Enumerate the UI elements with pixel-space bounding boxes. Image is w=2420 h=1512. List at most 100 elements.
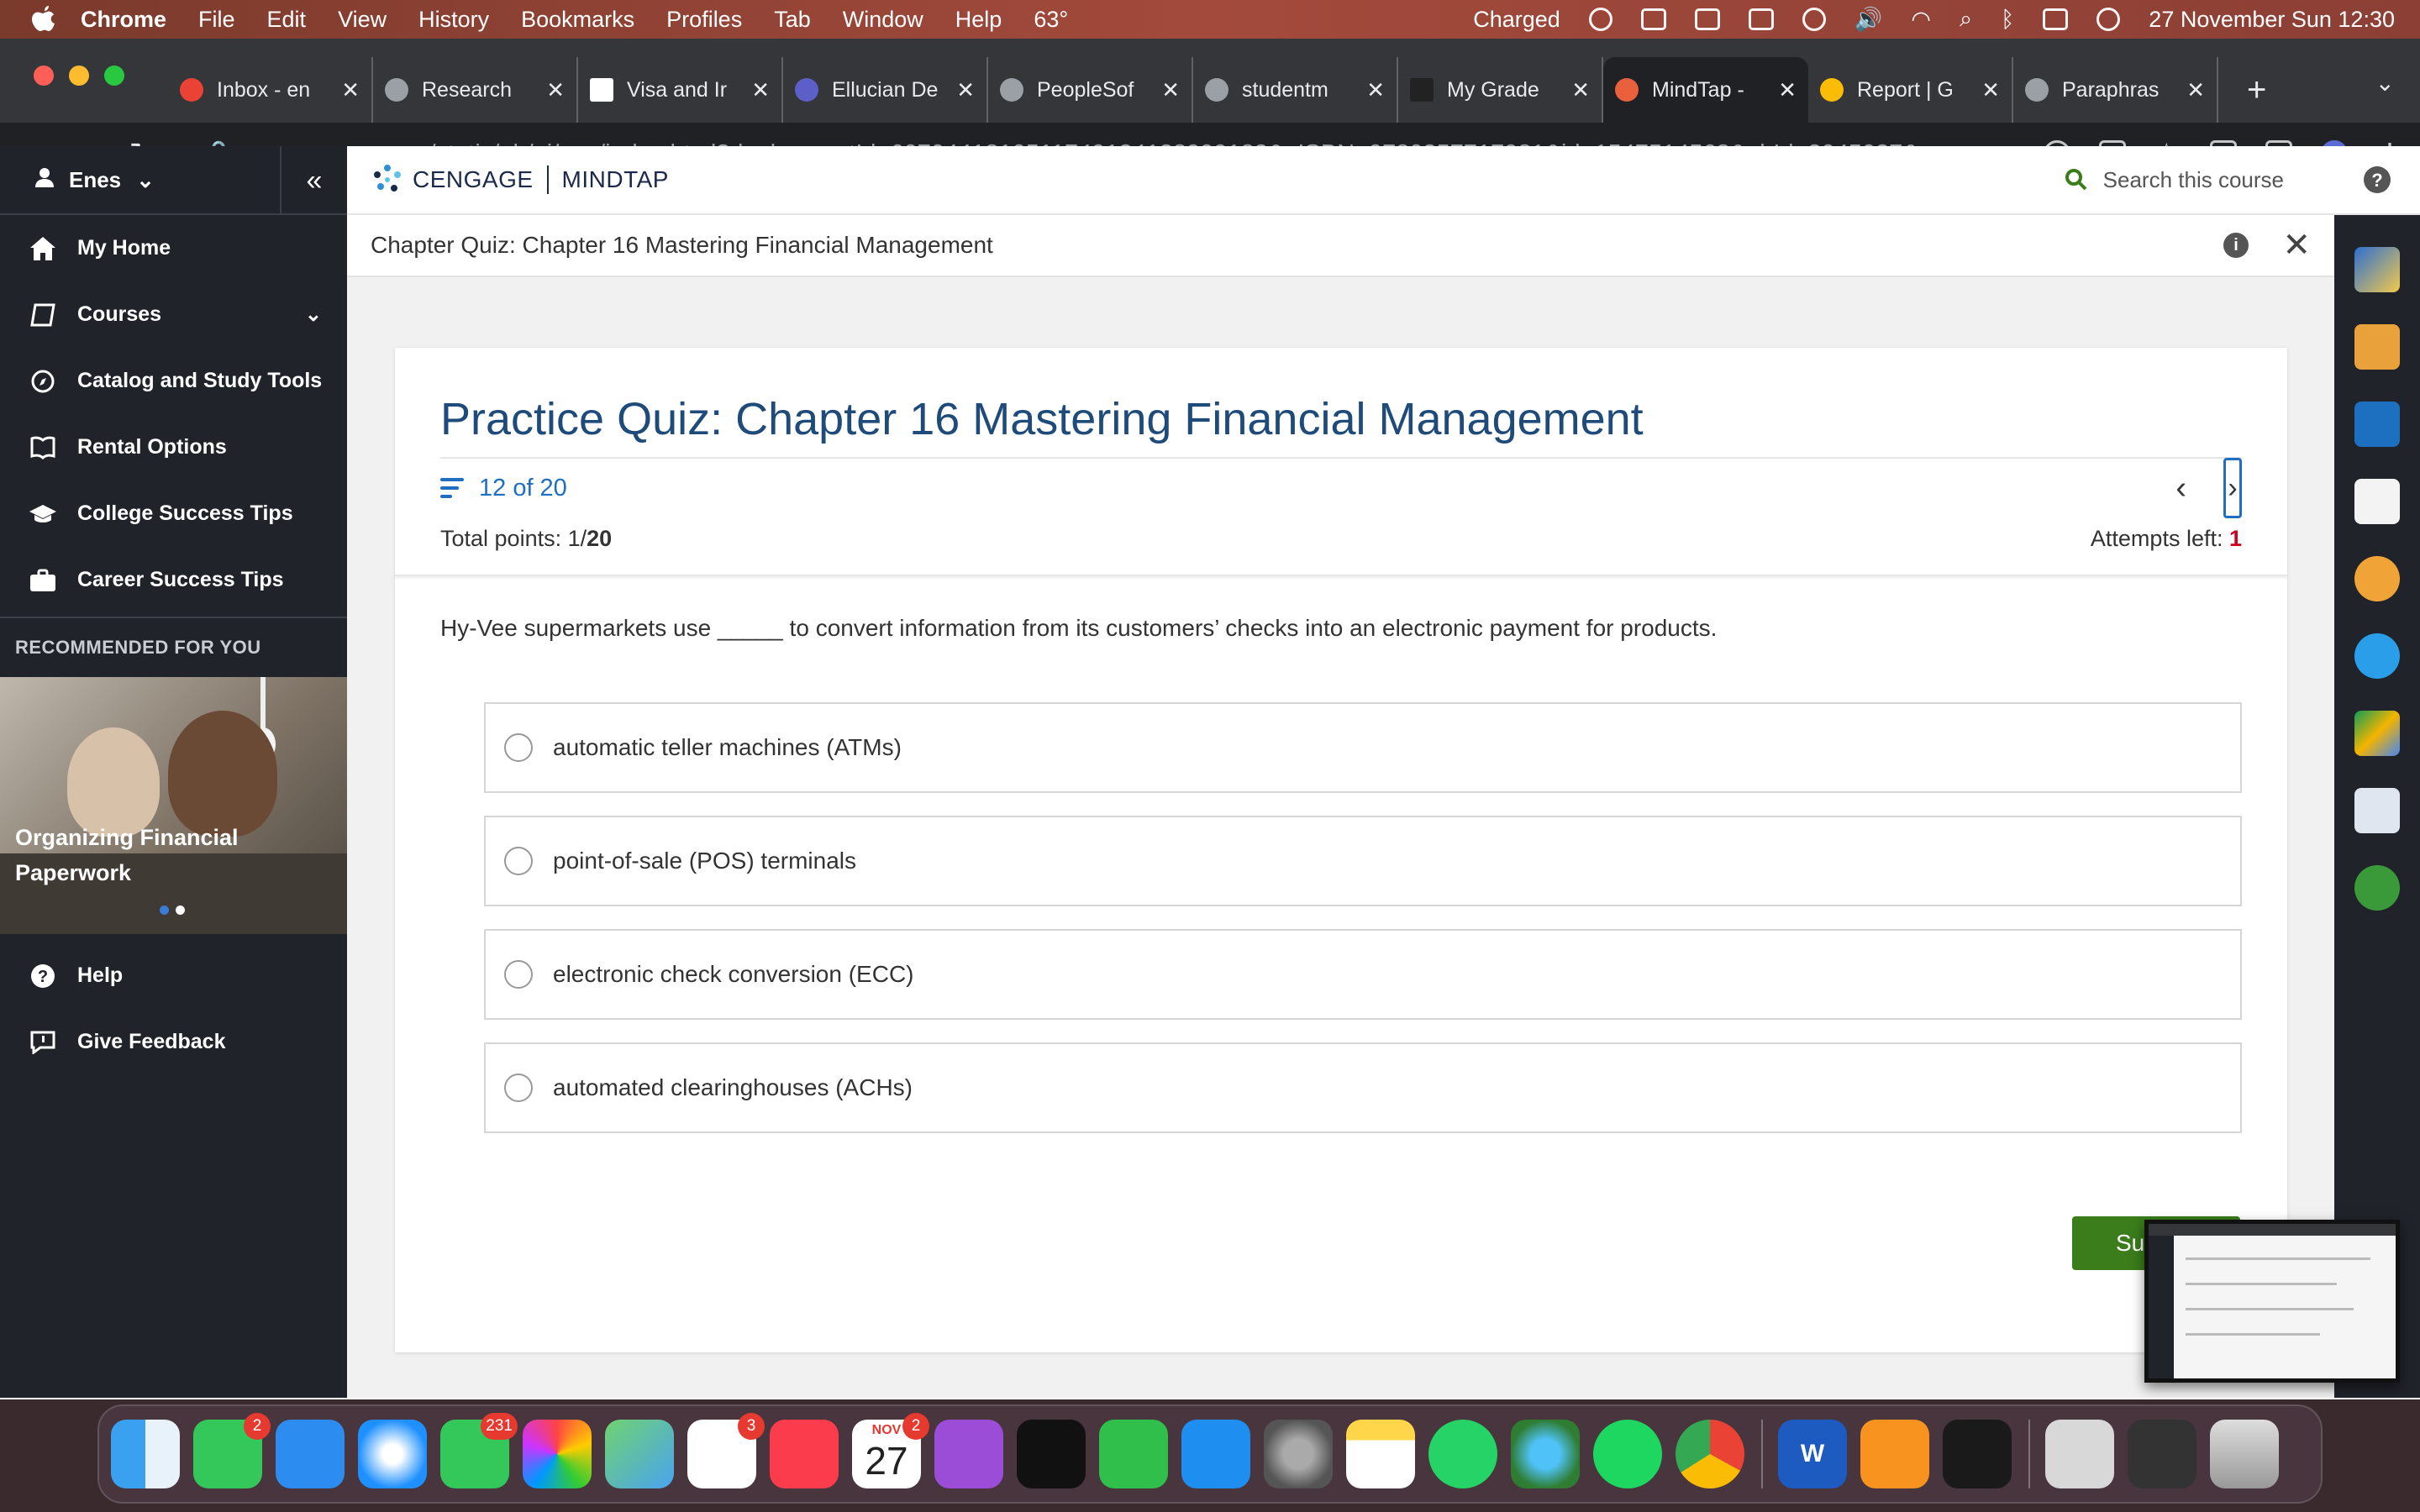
tab-studentm[interactable]: studentm ✕ bbox=[1193, 57, 1398, 123]
sidebar-item-give-feedback[interactable]: Give Feedback bbox=[0, 1009, 347, 1075]
find-my-icon[interactable] bbox=[1511, 1420, 1580, 1488]
close-tab-icon[interactable]: ✕ bbox=[956, 77, 975, 103]
recommended-promo-card[interactable]: Organizing Financial Paperwork bbox=[0, 677, 347, 934]
close-tab-icon[interactable]: ✕ bbox=[1161, 77, 1180, 103]
carousel-dot[interactable] bbox=[176, 906, 185, 915]
minimize-window-button[interactable] bbox=[69, 66, 89, 86]
question-counter[interactable]: 12 of 20 bbox=[479, 475, 567, 502]
control-center-icon[interactable] bbox=[2043, 8, 2069, 30]
grammarly-icon[interactable] bbox=[1588, 8, 1612, 31]
music-icon[interactable] bbox=[770, 1420, 839, 1488]
tab-my-grades[interactable]: My Grade ✕ bbox=[1398, 57, 1603, 123]
close-tab-icon[interactable]: ✕ bbox=[1981, 77, 2000, 103]
apple-tv-icon[interactable] bbox=[1017, 1420, 1086, 1488]
facetime-icon[interactable]: 2 bbox=[193, 1413, 271, 1488]
sidebar-item-my-home[interactable]: My Home bbox=[0, 215, 347, 281]
close-tab-icon[interactable]: ✕ bbox=[341, 77, 360, 103]
menu-file[interactable]: File bbox=[198, 7, 235, 33]
menubar-datetime[interactable]: 27 November Sun 12:30 bbox=[2149, 7, 2395, 33]
tab-report[interactable]: Report | G ✕ bbox=[1808, 57, 2013, 123]
close-tab-icon[interactable]: ✕ bbox=[1571, 77, 1590, 103]
menu-history[interactable]: History bbox=[418, 7, 489, 33]
tab-ellucian[interactable]: Ellucian De ✕ bbox=[783, 57, 988, 123]
keynote-icon[interactable] bbox=[1181, 1420, 1250, 1488]
kaltura-icon[interactable] bbox=[2354, 865, 2400, 911]
mail-icon[interactable] bbox=[276, 1420, 345, 1488]
readaloud-icon[interactable] bbox=[2354, 556, 2400, 601]
capcut-icon[interactable] bbox=[1943, 1420, 2012, 1488]
siri-icon[interactable] bbox=[2096, 8, 2121, 31]
recent-screenshot-icon[interactable] bbox=[2045, 1420, 2114, 1488]
close-tab-icon[interactable]: ✕ bbox=[2186, 77, 2205, 103]
next-question-icon[interactable]: › bbox=[2223, 458, 2242, 518]
help-icon[interactable]: ? bbox=[2334, 146, 2420, 215]
carousel-dot[interactable] bbox=[160, 906, 169, 915]
close-window-button[interactable] bbox=[34, 66, 54, 86]
sidebar-item-rental-options[interactable]: Rental Options bbox=[0, 414, 347, 480]
close-activity-icon[interactable]: ✕ bbox=[2282, 226, 2311, 265]
question-list-icon[interactable] bbox=[440, 477, 464, 499]
shield-icon[interactable] bbox=[1694, 8, 1720, 30]
notepad-icon[interactable] bbox=[2354, 479, 2400, 524]
battery-status-text[interactable]: Charged bbox=[1473, 7, 1560, 33]
battery-icon[interactable] bbox=[1640, 8, 1666, 30]
tab-inbox[interactable]: Inbox - en ✕ bbox=[168, 57, 373, 123]
weather-readout[interactable]: 63° bbox=[1034, 7, 1068, 33]
menu-app-name[interactable]: Chrome bbox=[81, 7, 166, 33]
downloads-stack-icon[interactable] bbox=[2128, 1420, 2196, 1488]
previous-question-icon[interactable]: ‹ bbox=[2175, 470, 2186, 507]
spotlight-search-icon[interactable]: ⌕ bbox=[1960, 6, 1972, 33]
reminders-icon[interactable]: 3 bbox=[687, 1413, 765, 1488]
sidebar-item-courses[interactable]: Courses ⌄ bbox=[0, 281, 347, 348]
whatsapp-icon[interactable] bbox=[1428, 1420, 1497, 1488]
tab-paraphrase[interactable]: Paraphras ✕ bbox=[2013, 57, 2218, 123]
close-tab-icon[interactable]: ✕ bbox=[1366, 77, 1385, 103]
bluetooth-icon[interactable]: ᛒ bbox=[2001, 7, 2014, 33]
chrome-icon[interactable] bbox=[1676, 1420, 1744, 1488]
apple-icon[interactable] bbox=[32, 6, 55, 33]
calendar-icon[interactable]: NOV 27 2 bbox=[852, 1413, 929, 1488]
glossary-az-icon[interactable] bbox=[2354, 324, 2400, 370]
tab-research[interactable]: Research ✕ bbox=[373, 57, 578, 123]
onedrive-cloud-icon[interactable] bbox=[2354, 633, 2400, 679]
close-tab-icon[interactable]: ✕ bbox=[1778, 77, 1797, 103]
close-tab-icon[interactable]: ✕ bbox=[751, 77, 770, 103]
wifi-icon[interactable]: ◠ bbox=[1911, 7, 1931, 33]
word-icon[interactable]: W bbox=[1778, 1420, 1847, 1488]
menu-bookmarks[interactable]: Bookmarks bbox=[521, 7, 634, 33]
notes-pencil-icon[interactable] bbox=[2354, 247, 2400, 292]
finder-icon[interactable] bbox=[111, 1420, 180, 1488]
system-settings-icon[interactable] bbox=[1264, 1420, 1333, 1488]
readspeaker-book-icon[interactable] bbox=[2354, 402, 2400, 447]
podcasts-icon[interactable] bbox=[934, 1420, 1003, 1488]
user-menu[interactable]: Enes ⌄ bbox=[0, 167, 155, 193]
sidebar-item-career-success[interactable]: Career Success Tips bbox=[0, 547, 347, 613]
collapse-sidebar-icon[interactable]: « bbox=[280, 146, 347, 215]
tab-visa[interactable]: Visa and Ir ✕ bbox=[578, 57, 783, 123]
course-search[interactable]: Search this course bbox=[2065, 167, 2284, 193]
sidebar-item-catalog[interactable]: Catalog and Study Tools bbox=[0, 348, 347, 414]
notes-icon[interactable] bbox=[1346, 1420, 1415, 1488]
chevron-down-icon[interactable]: ⌄ bbox=[305, 302, 322, 327]
spotify-icon[interactable] bbox=[1593, 1420, 1662, 1488]
display-icon[interactable] bbox=[1748, 8, 1774, 30]
radio-button[interactable] bbox=[504, 847, 533, 875]
google-drive-icon[interactable] bbox=[2354, 711, 2400, 756]
pages-icon[interactable] bbox=[1860, 1420, 1929, 1488]
menu-profiles[interactable]: Profiles bbox=[666, 7, 742, 33]
radio-button[interactable] bbox=[504, 733, 533, 762]
sidebar-item-college-success[interactable]: College Success Tips bbox=[0, 480, 347, 547]
messages-icon[interactable]: 231 bbox=[440, 1413, 518, 1488]
menu-help[interactable]: Help bbox=[955, 7, 1002, 33]
tab-mindtap[interactable]: MindTap - ✕ bbox=[1603, 57, 1808, 123]
zoom-window-button[interactable] bbox=[104, 66, 124, 86]
answer-option[interactable]: automatic teller machines (ATMs) bbox=[484, 702, 2242, 793]
answer-option[interactable]: automated clearinghouses (ACHs) bbox=[484, 1042, 2242, 1133]
menu-edit[interactable]: Edit bbox=[267, 7, 307, 33]
menu-tab[interactable]: Tab bbox=[774, 7, 811, 33]
flashcards-icon[interactable] bbox=[2354, 788, 2400, 833]
menu-view[interactable]: View bbox=[338, 7, 387, 33]
play-icon[interactable] bbox=[1802, 8, 1826, 31]
answer-option[interactable]: point-of-sale (POS) terminals bbox=[484, 816, 2242, 906]
trash-icon[interactable] bbox=[2210, 1420, 2279, 1488]
